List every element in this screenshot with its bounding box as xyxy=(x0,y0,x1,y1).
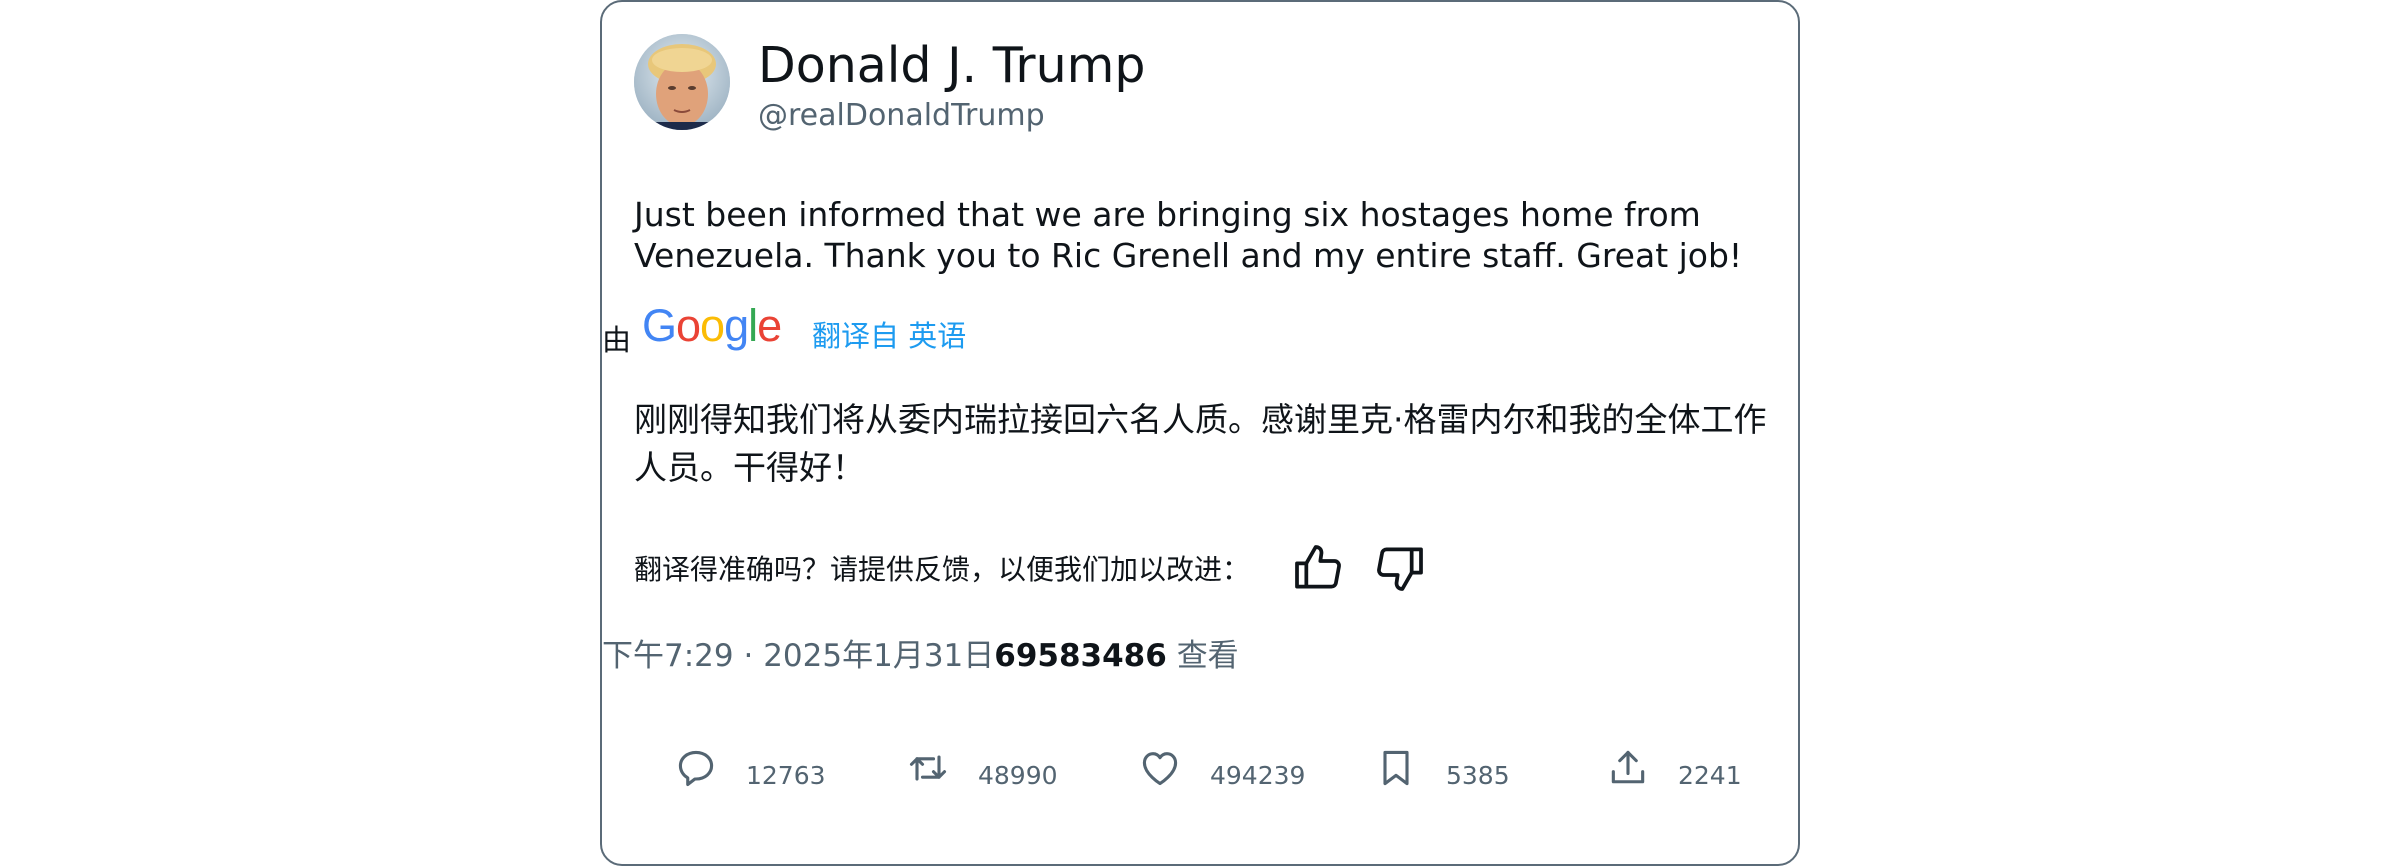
thumbs-down-icon[interactable] xyxy=(1372,540,1428,596)
tweet-text: Just been informed that we are bringing … xyxy=(634,195,1743,275)
thumbs-up-icon[interactable] xyxy=(1290,540,1346,596)
share-upload-icon xyxy=(1611,750,1645,784)
views-count: 69583486 xyxy=(994,638,1167,674)
feedback-prompt: 翻译得准确吗？请提供反馈，以便我们加以改进： xyxy=(634,553,1251,586)
reply-count: 12763 xyxy=(746,761,826,790)
like-count: 494239 xyxy=(1210,761,1306,790)
bookmark-icon xyxy=(1383,750,1409,786)
tweet-actions: 12763 48990 494239 5385 2241 xyxy=(674,742,1754,802)
translation-attribution: 由 Google 翻译自 英语 xyxy=(602,298,1302,362)
tweet-date[interactable]: 2025年1月31日 xyxy=(763,638,994,674)
share-count: 2241 xyxy=(1678,761,1742,790)
translation-feedback: 翻译得准确吗？请提供反馈，以便我们加以改进： xyxy=(634,540,1534,600)
tweet-card: Donald J. Trump @realDonaldTrump Just be… xyxy=(600,0,1800,866)
translated-text: 刚刚得知我们将从委内瑞拉接回六名人质。感谢里克·格雷内尔和我的全体工作人员。干得… xyxy=(634,400,1767,487)
tweet-meta: 下午7:29 · 2025年1月31日69583486 查看 xyxy=(602,636,1239,676)
author-name[interactable]: Donald J. Trump xyxy=(758,36,1145,96)
heart-icon xyxy=(1142,752,1178,786)
avatar-image xyxy=(634,34,730,130)
tweet-time[interactable]: 下午7:29 xyxy=(602,638,734,674)
views-label: 查看 xyxy=(1176,638,1239,674)
speech-bubble-icon xyxy=(678,750,714,787)
bookmark-count: 5385 xyxy=(1446,761,1510,790)
translated-from-link[interactable]: 翻译自 英语 xyxy=(812,318,966,354)
author-handle[interactable]: @realDonaldTrump xyxy=(758,98,1045,134)
retweet-count: 48990 xyxy=(978,761,1058,790)
retweet-icon xyxy=(909,755,947,781)
avatar[interactable] xyxy=(634,34,730,130)
translated-by-label: 由 xyxy=(602,323,632,357)
google-logo: Google xyxy=(642,300,782,351)
meta-separator: · xyxy=(743,638,754,674)
